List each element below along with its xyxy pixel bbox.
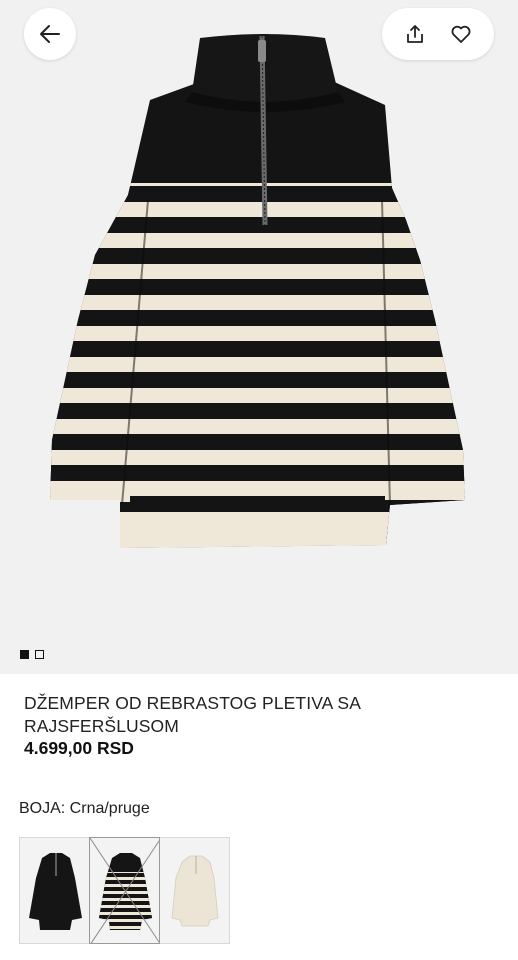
swatch-black[interactable] <box>19 837 90 944</box>
gallery-dot[interactable] <box>20 650 29 659</box>
swatch-black-stripes[interactable] <box>89 837 160 944</box>
product-title: DŽEMPER OD REBRASTOG PLETIVA SA RAJSFERŠ… <box>24 693 361 736</box>
color-label: BOJA: Crna/pruge <box>19 800 150 817</box>
header-actions <box>382 8 494 60</box>
share-icon[interactable] <box>402 21 428 47</box>
gallery-dot[interactable] <box>35 650 44 659</box>
product-image <box>50 34 465 548</box>
swatch-beige[interactable] <box>159 837 230 944</box>
back-button[interactable] <box>24 8 76 60</box>
product-image-gallery[interactable] <box>0 0 518 674</box>
color-swatches <box>19 837 230 944</box>
heart-icon[interactable] <box>448 21 474 47</box>
product-price: 4.699,00 RSD <box>24 738 134 758</box>
gallery-pagination <box>20 650 44 659</box>
arrow-left-icon <box>37 21 63 47</box>
